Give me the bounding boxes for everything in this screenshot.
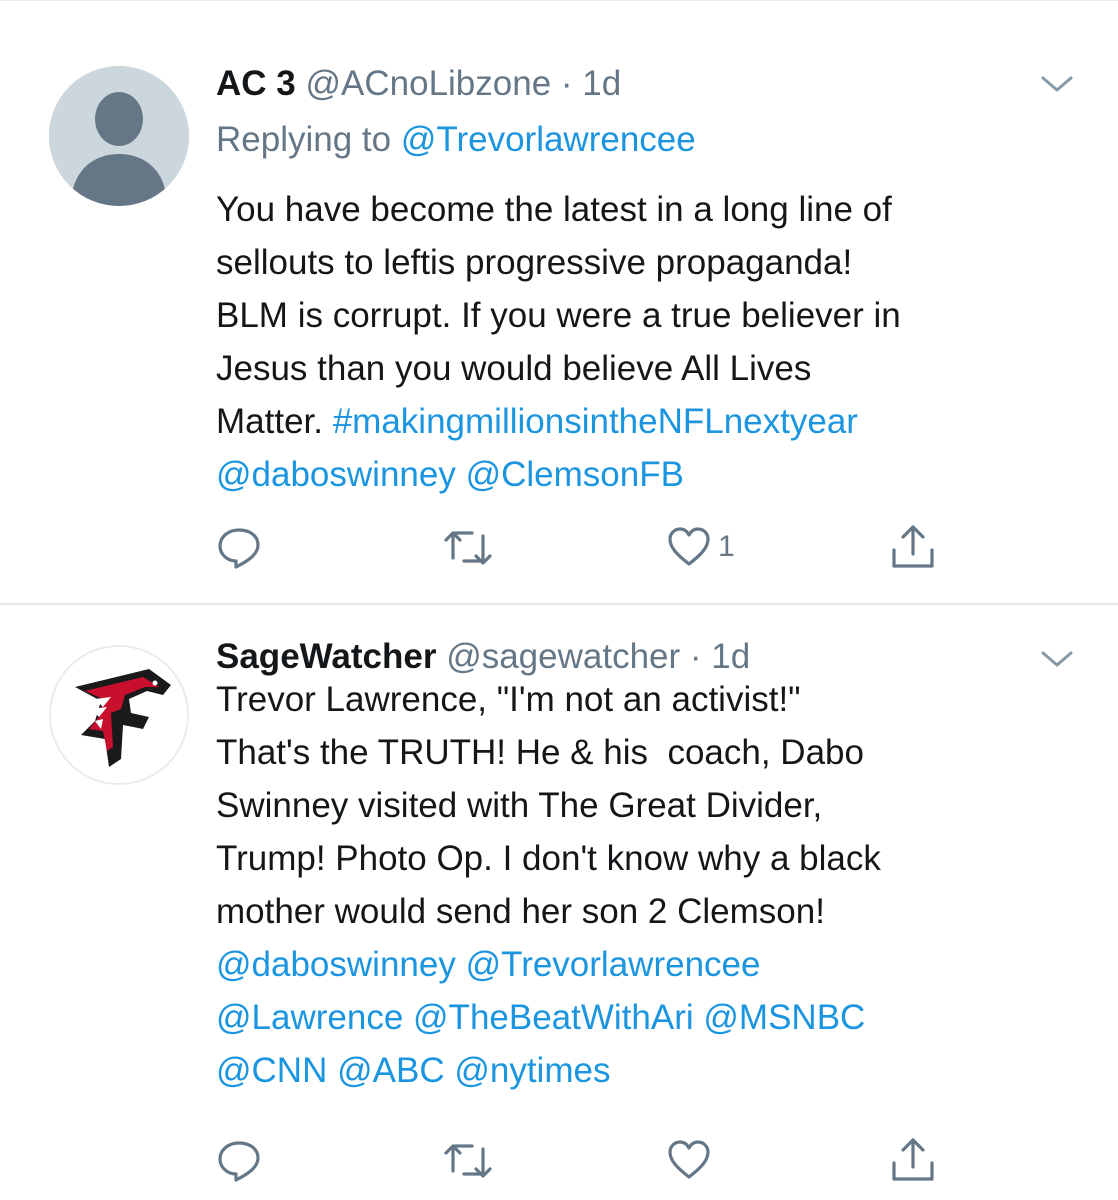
share-button[interactable] xyxy=(888,1135,938,1185)
tweet-text-segment xyxy=(456,455,466,494)
separator: · xyxy=(560,64,573,103)
tweet-header: SageWatcher @sagewatcher · 1d xyxy=(216,637,750,677)
tweet-text-line: Jesus than you would believe All Lives xyxy=(216,342,901,395)
tweet-text-segment: BLM is corrupt. If you were a true belie… xyxy=(216,296,901,335)
mention-link[interactable]: @Lawrence xyxy=(216,998,403,1037)
tweet[interactable]: AC 3 @ACnoLibzone · 1d Replying to @Trev… xyxy=(0,0,1118,603)
mention-link[interactable]: @nytimes xyxy=(454,1051,610,1090)
mention-link[interactable]: @CNN xyxy=(216,1051,327,1090)
tweet-text: You have become the latest in a long lin… xyxy=(216,183,901,501)
tweet-text-line: sellouts to leftis progressive propagand… xyxy=(216,236,901,289)
like-button[interactable]: 1 xyxy=(666,522,735,572)
tweet-text-line: @daboswinney @Trevorlawrencee xyxy=(216,938,881,991)
tweet-text-segment: Matter. xyxy=(216,402,333,441)
retweet-icon xyxy=(444,531,492,565)
tweet-text: Trevor Lawrence, "I'm not an activist!" T… xyxy=(216,673,881,1097)
tweet-menu-button[interactable] xyxy=(1040,649,1074,669)
tweet-text-line: Trump! Photo Op. I don't know why a blac… xyxy=(216,832,881,885)
retweet-icon xyxy=(444,1144,492,1178)
user-handle[interactable]: @sagewatcher xyxy=(446,637,680,676)
chevron-down-icon xyxy=(1041,76,1073,92)
tweet-text-line: @daboswinney @ClemsonFB xyxy=(216,448,901,501)
reply-button[interactable] xyxy=(216,522,262,572)
tweet-text-segment: Jesus than you would believe All Lives xyxy=(216,349,812,388)
falcons-logo-icon xyxy=(51,647,187,783)
tweet-text-line: @Lawrence @TheBeatWithAri @MSNBC xyxy=(216,991,881,1044)
tweet-text-segment: Trevor Lawrence, "I'm not an activist!" xyxy=(216,680,801,719)
share-icon xyxy=(892,525,934,568)
reply-icon xyxy=(218,528,260,569)
avatar[interactable] xyxy=(49,66,189,206)
tweet-text-line: That's the TRUTH! He & his coach, Dabo xyxy=(216,726,881,779)
replying-to: Replying to @Trevorlawrencee xyxy=(216,120,696,160)
chevron-down-icon xyxy=(1041,651,1073,667)
tweet-text-segment xyxy=(327,1051,337,1090)
heart-icon xyxy=(668,1140,710,1179)
mention-link[interactable]: @daboswinney xyxy=(216,455,456,494)
mention-link[interactable]: @MSNBC xyxy=(703,998,865,1037)
default-profile-icon xyxy=(49,66,189,206)
tweet-text-segment: mother would send her son 2 Clemson! xyxy=(216,892,825,931)
mention-link[interactable]: @TheBeatWithAri xyxy=(413,998,694,1037)
timestamp[interactable]: 1d xyxy=(711,637,750,676)
heart-icon xyxy=(668,527,710,566)
display-name[interactable]: SageWatcher xyxy=(216,637,436,676)
tweet-text-segment xyxy=(403,998,413,1037)
timestamp[interactable]: 1d xyxy=(582,64,621,103)
tweet-text-line: Trevor Lawrence, "I'm not an activist!" xyxy=(216,673,881,726)
mention-link[interactable]: @ABC xyxy=(337,1051,445,1090)
tweet-text-segment xyxy=(445,1051,455,1090)
tweet[interactable]: SageWatcher @sagewatcher · 1d Trevor Law… xyxy=(0,605,1118,1200)
user-handle[interactable]: @ACnoLibzone xyxy=(305,64,551,103)
replying-to-handle[interactable]: @Trevorlawrencee xyxy=(401,120,696,159)
tweet-text-line: BLM is corrupt. If you were a true belie… xyxy=(216,289,901,342)
reply-button[interactable] xyxy=(216,1135,262,1185)
retweet-button[interactable] xyxy=(442,1135,494,1185)
tweet-header: AC 3 @ACnoLibzone · 1d xyxy=(216,64,621,104)
tweet-text-segment: Trump! Photo Op. I don't know why a blac… xyxy=(216,839,881,878)
tweet-text-line: Matter. #makingmillionsintheNFLnextyear xyxy=(216,395,901,448)
tweet-text-segment xyxy=(694,998,704,1037)
avatar[interactable] xyxy=(49,645,189,785)
tweet-text-segment: That's the TRUTH! He & his coach, Dabo xyxy=(216,733,864,772)
tweet-text-line: You have become the latest in a long lin… xyxy=(216,183,901,236)
tweet-actions: 1 xyxy=(216,522,946,572)
like-count: 1 xyxy=(718,530,735,563)
tweet-text-segment: sellouts to leftis progressive propagand… xyxy=(216,243,853,282)
tweet-menu-button[interactable] xyxy=(1040,74,1074,94)
like-button[interactable] xyxy=(666,1135,718,1185)
retweet-button[interactable] xyxy=(442,522,494,572)
share-button[interactable] xyxy=(888,522,938,572)
tweet-text-segment xyxy=(456,945,466,984)
tweet-text-line: Swinney visited with The Great Divider, xyxy=(216,779,881,832)
replying-to-label: Replying to xyxy=(216,120,392,159)
separator: · xyxy=(689,637,702,676)
tweet-text-line: mother would send her son 2 Clemson! xyxy=(216,885,881,938)
reply-icon xyxy=(218,1141,260,1182)
share-icon xyxy=(892,1138,934,1181)
mention-link[interactable]: @daboswinney xyxy=(216,945,456,984)
mention-link[interactable]: @ClemsonFB xyxy=(466,455,684,494)
tweet-text-segment: Swinney visited with The Great Divider, xyxy=(216,786,823,825)
mention-link[interactable]: @Trevorlawrencee xyxy=(466,945,761,984)
tweet-actions xyxy=(216,1135,946,1185)
hashtag-link[interactable]: #makingmillionsintheNFLnextyear xyxy=(333,402,858,441)
tweet-text-segment: You have become the latest in a long lin… xyxy=(216,190,892,229)
tweet-text-line: @CNN @ABC @nytimes xyxy=(216,1044,881,1097)
display-name[interactable]: AC 3 xyxy=(216,64,296,103)
